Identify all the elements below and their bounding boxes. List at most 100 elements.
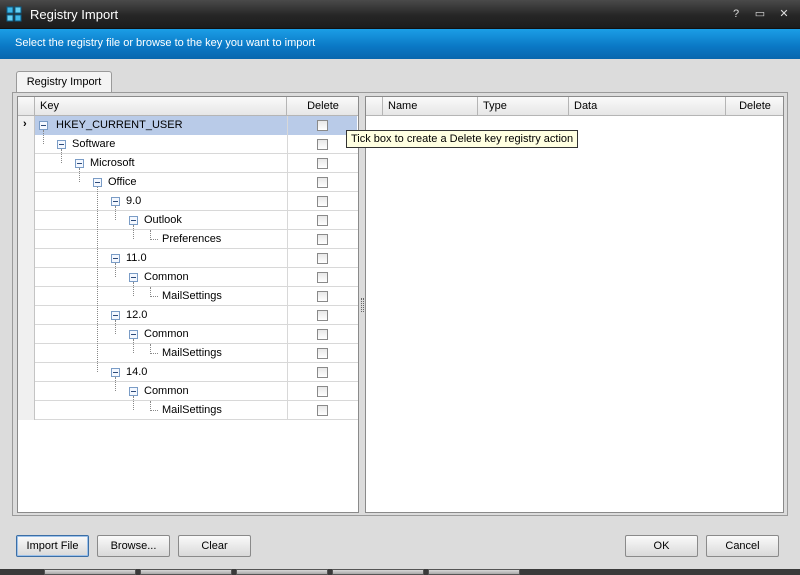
collapse-icon[interactable]: [93, 178, 102, 187]
tree-row[interactable]: Common: [18, 268, 358, 287]
tree-row[interactable]: Office: [18, 173, 358, 192]
key-cell[interactable]: Preferences: [35, 230, 287, 249]
pane-splitter[interactable]: [361, 298, 364, 312]
value-delete-column-header[interactable]: Delete: [726, 97, 783, 116]
tree-row[interactable]: Common: [18, 382, 358, 401]
delete-checkbox[interactable]: [317, 329, 328, 340]
key-cell[interactable]: MailSettings: [35, 344, 287, 363]
data-column-header[interactable]: Data: [569, 97, 726, 116]
tree-row[interactable]: MailSettings: [18, 344, 358, 363]
cancel-button[interactable]: Cancel: [706, 535, 779, 557]
delete-checkbox[interactable]: [317, 234, 328, 245]
close-icon[interactable]: ✕: [776, 6, 792, 22]
import-file-button[interactable]: Import File: [16, 535, 89, 557]
key-cell[interactable]: 9.0: [35, 192, 287, 211]
tree-row[interactable]: MailSettings: [18, 401, 358, 420]
collapse-icon[interactable]: [129, 330, 138, 339]
delete-column-header[interactable]: Delete: [287, 97, 358, 116]
tree-row[interactable]: Preferences: [18, 230, 358, 249]
tree-row[interactable]: › HKEY_CURRENT_USER: [18, 116, 358, 135]
taskbar-item[interactable]: [332, 569, 424, 575]
key-cell[interactable]: Common: [35, 382, 287, 401]
row-selector[interactable]: [18, 249, 35, 268]
key-cell[interactable]: Outlook: [35, 211, 287, 230]
registry-key-grid[interactable]: Key Delete › HKEY_CURRENT_USER Software Mic…: [17, 96, 359, 513]
browse-button[interactable]: Browse...: [97, 535, 170, 557]
help-icon[interactable]: ?: [728, 6, 744, 22]
tree-row[interactable]: Common: [18, 325, 358, 344]
key-cell[interactable]: 12.0: [35, 306, 287, 325]
delete-checkbox[interactable]: [317, 386, 328, 397]
tab-registry-import[interactable]: Registry Import: [16, 71, 112, 93]
delete-checkbox[interactable]: [317, 120, 328, 131]
row-selector[interactable]: [18, 230, 35, 249]
row-selector[interactable]: [18, 135, 35, 154]
collapse-icon[interactable]: [75, 159, 84, 168]
tree-row[interactable]: 9.0: [18, 192, 358, 211]
row-selector[interactable]: [18, 287, 35, 306]
row-selector[interactable]: [18, 268, 35, 287]
taskbar-item[interactable]: [236, 569, 328, 575]
key-cell[interactable]: Microsoft: [35, 154, 287, 173]
minimize-icon[interactable]: ▭: [752, 6, 768, 22]
tree-row[interactable]: Microsoft: [18, 154, 358, 173]
collapse-icon[interactable]: [111, 254, 120, 263]
delete-checkbox[interactable]: [317, 253, 328, 264]
collapse-icon[interactable]: [111, 311, 120, 320]
tree-row[interactable]: 14.0: [18, 363, 358, 382]
taskbar-item[interactable]: [140, 569, 232, 575]
collapse-icon[interactable]: [129, 387, 138, 396]
tree-row[interactable]: MailSettings: [18, 287, 358, 306]
name-column-header[interactable]: Name: [383, 97, 478, 116]
taskbar-item[interactable]: [428, 569, 520, 575]
tree-row[interactable]: Software: [18, 135, 358, 154]
row-selector[interactable]: [18, 325, 35, 344]
key-cell[interactable]: HKEY_CURRENT_USER: [35, 116, 287, 135]
row-selector[interactable]: [18, 363, 35, 382]
collapse-icon[interactable]: [129, 273, 138, 282]
delete-checkbox[interactable]: [317, 196, 328, 207]
collapse-icon[interactable]: [57, 140, 66, 149]
registry-value-grid[interactable]: Name Type Data Delete: [365, 96, 784, 513]
row-selector[interactable]: [18, 173, 35, 192]
collapse-icon[interactable]: [39, 121, 48, 130]
delete-checkbox[interactable]: [317, 139, 328, 150]
key-cell[interactable]: 14.0: [35, 363, 287, 382]
key-cell[interactable]: Software: [35, 135, 287, 154]
type-column-header[interactable]: Type: [478, 97, 569, 116]
delete-checkbox[interactable]: [317, 272, 328, 283]
delete-checkbox[interactable]: [317, 310, 328, 321]
key-cell[interactable]: MailSettings: [35, 287, 287, 306]
key-column-header[interactable]: Key: [35, 97, 287, 116]
key-cell[interactable]: Office: [35, 173, 287, 192]
delete-checkbox[interactable]: [317, 367, 328, 378]
delete-checkbox[interactable]: [317, 348, 328, 359]
taskbar-item[interactable]: [44, 569, 136, 575]
row-selector[interactable]: [18, 211, 35, 230]
tree-row[interactable]: Outlook: [18, 211, 358, 230]
clear-button[interactable]: Clear: [178, 535, 251, 557]
row-selector[interactable]: [18, 306, 35, 325]
row-selector[interactable]: [18, 382, 35, 401]
tree-row[interactable]: 11.0: [18, 249, 358, 268]
delete-checkbox[interactable]: [317, 215, 328, 226]
delete-checkbox[interactable]: [317, 405, 328, 416]
title-bar[interactable]: Registry Import ? ▭ ✕: [0, 0, 800, 29]
tree-row[interactable]: 12.0: [18, 306, 358, 325]
collapse-icon[interactable]: [129, 216, 138, 225]
ok-button[interactable]: OK: [625, 535, 698, 557]
row-selector[interactable]: [18, 192, 35, 211]
collapse-icon[interactable]: [111, 368, 120, 377]
key-cell[interactable]: Common: [35, 268, 287, 287]
row-selector[interactable]: [18, 344, 35, 363]
key-cell[interactable]: 11.0: [35, 249, 287, 268]
row-selector[interactable]: [18, 401, 35, 420]
delete-checkbox[interactable]: [317, 291, 328, 302]
delete-checkbox[interactable]: [317, 177, 328, 188]
collapse-icon[interactable]: [111, 197, 120, 206]
row-selector[interactable]: ›: [18, 116, 35, 135]
key-cell[interactable]: Common: [35, 325, 287, 344]
delete-checkbox[interactable]: [317, 158, 328, 169]
row-selector[interactable]: [18, 154, 35, 173]
key-cell[interactable]: MailSettings: [35, 401, 287, 420]
